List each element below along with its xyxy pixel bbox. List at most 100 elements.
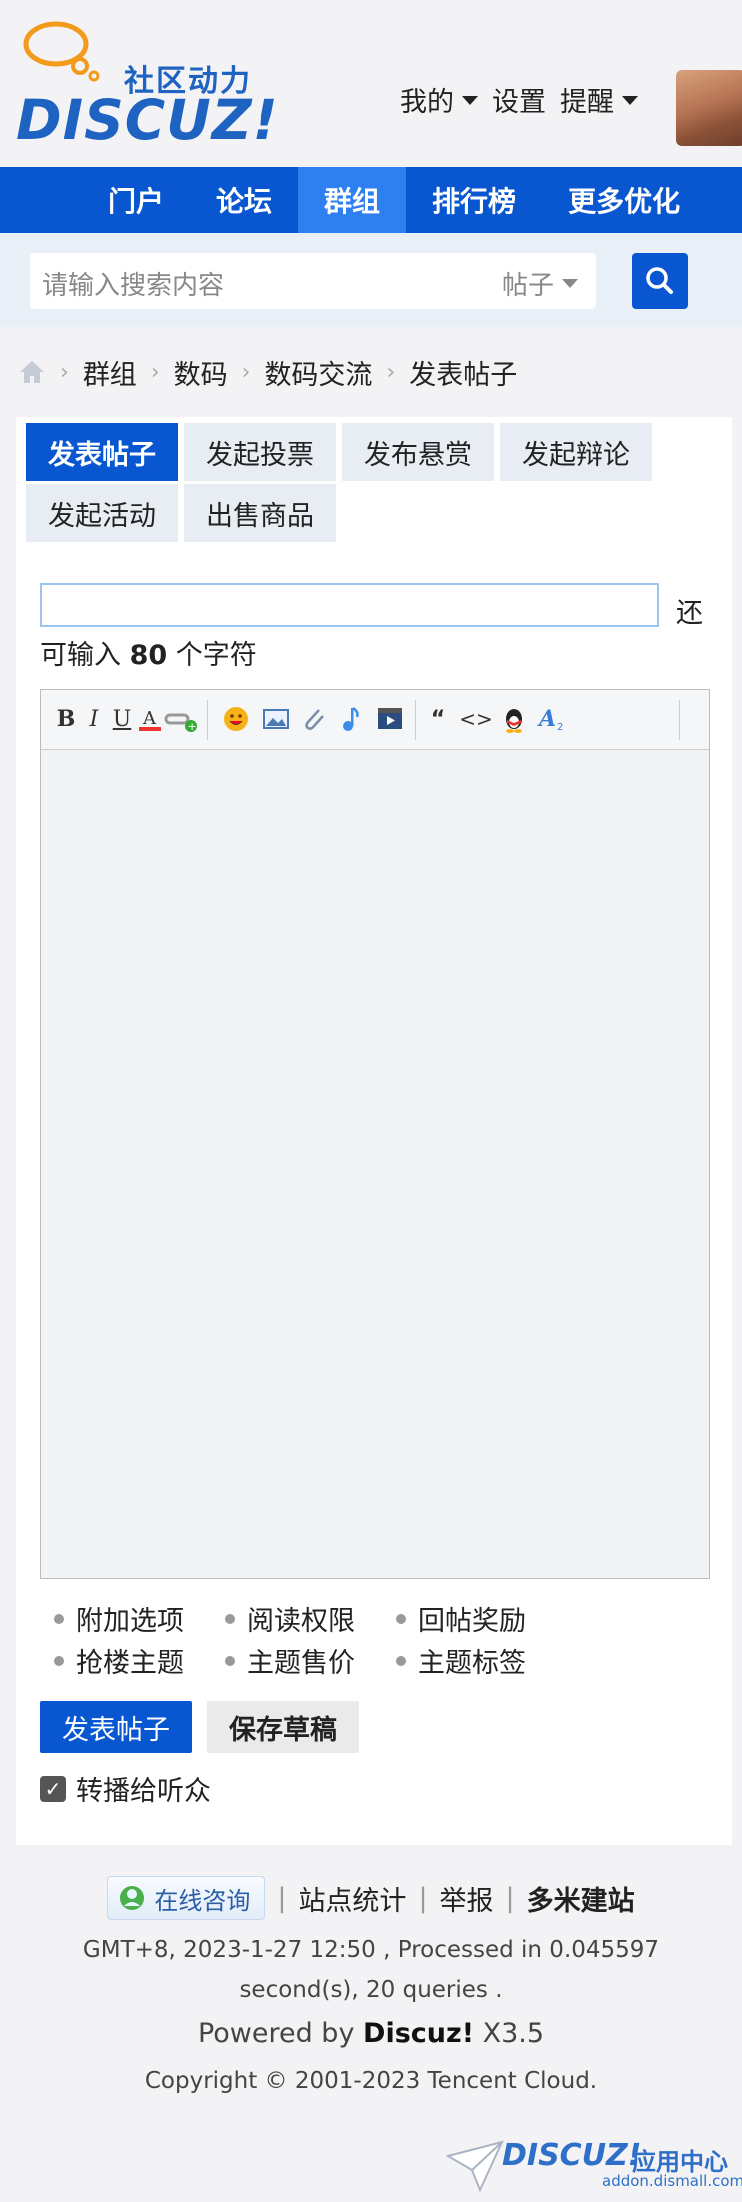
char-hint-label: 可输入 (40, 640, 121, 671)
footer-info: GMT+8, 2023-1-27 12:50 , Processed in 0.… (82, 1937, 660, 2003)
option-read-permission[interactable]: 阅读权限 (225, 1599, 355, 1638)
bullet-icon (54, 1655, 64, 1666)
option-thread-price[interactable]: 主题售价 (225, 1641, 355, 1680)
divider: | (277, 1882, 287, 1914)
tab-debate[interactable]: 发起辩论 (500, 423, 652, 481)
my-menu-link[interactable]: 我的 (400, 80, 478, 119)
nav-item-groups[interactable]: 群组 (298, 167, 407, 233)
powered-prefix: Powered by (197, 2018, 355, 2049)
chevron-down-icon (562, 279, 578, 288)
paper-plane-icon (446, 2140, 504, 2193)
search-icon (646, 267, 673, 294)
notifications-link[interactable]: 提醒 (560, 80, 638, 119)
tab-activity[interactable]: 发起活动 (26, 484, 178, 542)
editor-textarea[interactable] (41, 751, 709, 1578)
site-logo[interactable]: 社区动力 DISCUZ! (16, 18, 278, 152)
footer-link-stats[interactable]: 站点统计 (298, 1879, 406, 1918)
nav-item-forum[interactable]: 论坛 (190, 167, 298, 233)
footer-links: 在线咨询 | 站点统计 | 举报 | 多米建站 (0, 1876, 742, 1920)
char-remaining-count: 80 (129, 640, 168, 671)
search-button[interactable] (632, 253, 688, 309)
powered-by: Powered by Discuz! X3.5 (0, 2018, 742, 2049)
code-icon[interactable]: <> (459, 704, 493, 734)
consult-label: 在线咨询 (154, 1886, 251, 1915)
footer-link-report[interactable]: 举报 (440, 1879, 494, 1918)
submit-post-button[interactable]: 发表帖子 (40, 1701, 192, 1753)
option-thread-tags[interactable]: 主题标签 (396, 1641, 526, 1680)
post-editor: B I U A + “ <> A 2 (40, 689, 710, 1579)
toolbar-divider (415, 700, 416, 740)
option-label: 附加选项 (76, 1606, 184, 1637)
option-floor-thread[interactable]: 抢楼主题 (54, 1641, 184, 1680)
chevron-right-icon: › (150, 359, 160, 385)
bullet-icon (396, 1613, 406, 1624)
bold-icon[interactable]: B (51, 704, 81, 734)
online-consult-button[interactable]: 在线咨询 (107, 1876, 266, 1920)
powered-brand-link[interactable]: Discuz! (363, 2018, 474, 2049)
chevron-right-icon: › (241, 359, 251, 385)
search-bar: 请输入搜索内容 帖子 (0, 233, 742, 327)
consult-icon (120, 1886, 145, 1910)
breadcrumb-item-groups[interactable]: 群组 (83, 353, 137, 392)
nav-item-more[interactable]: 更多优化 (542, 167, 706, 233)
svg-text:A: A (142, 708, 157, 729)
svg-text:A: A (537, 706, 556, 732)
avatar[interactable] (676, 70, 742, 146)
site-header: 社区动力 DISCUZ! 我的 设置 提醒 (0, 0, 742, 167)
breadcrumb-item-digital-exchange[interactable]: 数码交流 (264, 353, 372, 392)
tab-poll[interactable]: 发起投票 (184, 423, 336, 481)
option-label: 主题标签 (418, 1648, 526, 1679)
copyright: Copyright © 2001-2023 Tencent Cloud. (144, 2068, 598, 2094)
font-size-icon[interactable]: A2 (537, 704, 567, 734)
tab-reward[interactable]: 发布悬赏 (342, 423, 494, 481)
attachment-icon[interactable] (299, 704, 329, 734)
music-icon[interactable] (337, 704, 367, 734)
search-type-select[interactable]: 帖子 (502, 265, 578, 302)
italic-icon[interactable]: I (79, 704, 109, 734)
option-extra[interactable]: 附加选项 (54, 1599, 184, 1638)
tab-trade[interactable]: 出售商品 (184, 484, 336, 542)
option-label: 主题售价 (247, 1648, 355, 1679)
underline-icon[interactable]: U (107, 704, 137, 734)
char-hint-suffix: 个字符 (175, 640, 257, 671)
broadcast-checkbox[interactable]: ✓ (40, 1775, 66, 1802)
tab-new-thread[interactable]: 发表帖子 (26, 423, 178, 481)
toolbar-divider (679, 700, 680, 740)
chevron-down-icon (462, 96, 478, 105)
font-color-icon[interactable]: A (135, 704, 165, 734)
powered-version: X3.5 (482, 2018, 545, 2049)
link-icon[interactable]: + (163, 704, 199, 734)
bullet-icon (225, 1655, 235, 1666)
notifications-label: 提醒 (560, 87, 614, 118)
smiley-icon[interactable] (221, 704, 251, 734)
logo-bubble-icon (23, 21, 100, 82)
editor-toolbar: B I U A + “ <> A 2 (41, 690, 709, 750)
chevron-right-icon: › (386, 359, 396, 385)
footer-link-site[interactable]: 多米建站 (527, 1879, 635, 1918)
settings-link[interactable]: 设置 (492, 80, 546, 119)
divider: | (418, 1882, 428, 1914)
quote-icon[interactable]: “ (423, 704, 453, 734)
bullet-icon (396, 1655, 406, 1666)
post-form-panel: 发表帖子 发起投票 发布悬赏 发起辩论 发起活动 出售商品 还 可输入 80 个… (16, 417, 732, 1845)
breadcrumb-item-digital[interactable]: 数码 (174, 353, 228, 392)
nav-item-portal[interactable]: 门户 (82, 167, 190, 233)
search-input[interactable]: 请输入搜索内容 帖子 (30, 253, 596, 309)
broadcast-label: 转播给听众 (76, 1776, 211, 1807)
main-nav: 门户 论坛 群组 排行榜 更多优化 (0, 167, 742, 233)
subject-input[interactable] (40, 583, 659, 627)
addon-center-logo[interactable]: DISCUZ! 应用中心 addon.dismall.com (446, 2136, 742, 2196)
broadcast-option[interactable]: ✓ 转播给听众 (40, 1769, 211, 1808)
addon-brand: DISCUZ! (502, 2138, 642, 2173)
option-reply-reward[interactable]: 回帖奖励 (396, 1599, 526, 1638)
video-icon[interactable] (375, 704, 405, 734)
save-draft-button[interactable]: 保存草稿 (207, 1701, 359, 1753)
nav-item-ranking[interactable]: 排行榜 (406, 167, 542, 233)
my-menu-label: 我的 (400, 87, 454, 118)
home-icon[interactable] (18, 359, 46, 385)
image-icon[interactable] (261, 704, 291, 734)
breadcrumb: › 群组 › 数码 › 数码交流 › 发表帖子 (0, 327, 742, 417)
logo-wordmark: DISCUZ! (16, 88, 279, 152)
breadcrumb-item-current: 发表帖子 (409, 359, 518, 391)
qq-icon[interactable] (499, 704, 529, 734)
